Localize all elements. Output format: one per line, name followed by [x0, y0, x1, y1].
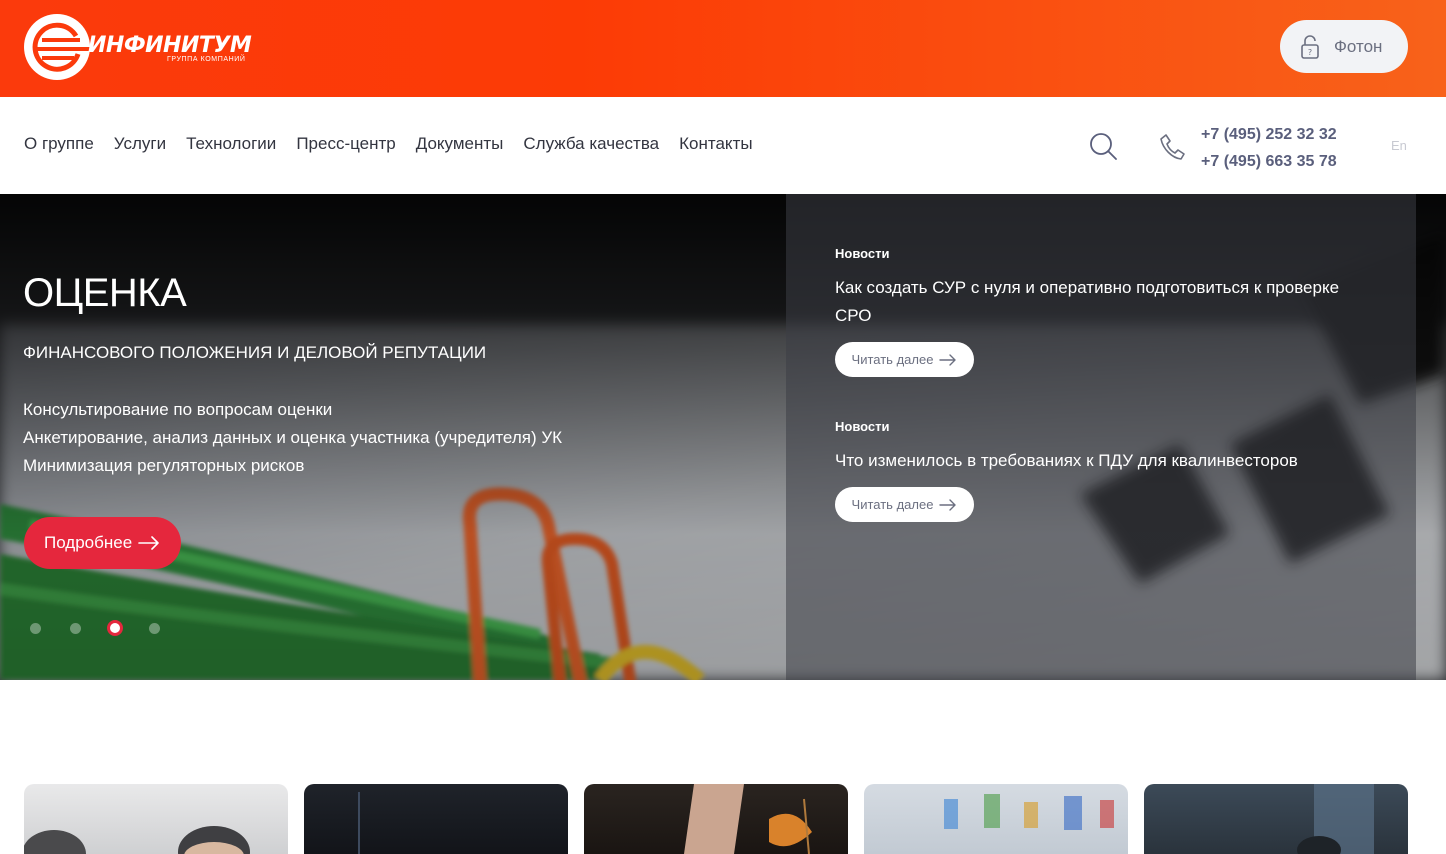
news-item-2: Новости Что изменилось в требованиях к П… [835, 419, 1375, 522]
foton-login-label: Фотон [1334, 36, 1383, 56]
news-headline[interactable]: Как создать СУР с нуля и оперативно подг… [835, 274, 1375, 330]
card-image [24, 826, 250, 854]
arrow-right-icon [138, 536, 159, 550]
foton-login-button[interactable]: ? Фотон [1280, 20, 1408, 73]
nav-item-quality-service[interactable]: Служба качества [523, 133, 659, 155]
search-icon[interactable] [1089, 132, 1117, 160]
card-image [358, 792, 360, 854]
service-card-4[interactable] [864, 784, 1128, 854]
phone-number-2[interactable]: +7 (495) 663 35 78 [1201, 148, 1337, 175]
news-tag: Новости [835, 246, 890, 261]
more-details-label: Подробнее [44, 533, 133, 552]
nav-item-technologies[interactable]: Технологии [186, 133, 276, 155]
hero-title: ОЦЕНКА [23, 271, 187, 315]
phone-numbers: +7 (495) 252 32 32 +7 (495) 663 35 78 [1201, 121, 1337, 175]
card-image [1297, 784, 1374, 854]
nav-item-services[interactable]: Услуги [114, 133, 166, 155]
read-more-label: Читать далее [851, 352, 934, 367]
service-card-2[interactable] [304, 784, 568, 854]
news-item-1: Новости Как создать СУР с нуля и операти… [835, 246, 1375, 377]
hero-slider: ОЦЕНКА ФИНАНСОВОГО ПОЛОЖЕНИЯ И ДЕЛОВОЙ Р… [0, 194, 1446, 680]
nav-item-documents[interactable]: Документы [416, 133, 504, 155]
service-card-3[interactable] [584, 784, 848, 854]
hero-point: Минимизация регуляторных рисков [23, 456, 305, 475]
top-bar: ИНФИНИТУМ ГРУППА КОМПАНИЙ ? Фотон [0, 0, 1446, 97]
phone-icon [1160, 134, 1185, 160]
slider-dot-4[interactable] [149, 622, 160, 634]
phone-number-1[interactable]: +7 (495) 252 32 32 [1201, 121, 1337, 148]
nav-item-press-center[interactable]: Пресс-центр [296, 133, 395, 155]
card-image [944, 794, 1114, 830]
logo-mark-icon [24, 14, 90, 80]
hero-point: Консультирование по вопросам оценки [23, 400, 333, 419]
news-headline[interactable]: Что изменилось в требованиях к ПДУ для к… [835, 447, 1375, 475]
logo-tagline: ГРУППА КОМПАНИЙ [167, 56, 246, 63]
slider-dot-2[interactable] [70, 622, 81, 634]
arrow-right-icon [939, 498, 957, 511]
language-switch[interactable]: En [1391, 138, 1407, 153]
slider-pagination [30, 620, 189, 636]
hero-points: Консультирование по вопросам оценки Анке… [23, 396, 562, 480]
lock-icon: ? [1301, 34, 1319, 59]
service-card-1[interactable] [24, 784, 288, 854]
slider-dot-1[interactable] [30, 622, 41, 634]
logo-wordmark: ИНФИНИТУМ [88, 33, 252, 58]
svg-text:?: ? [1308, 48, 1312, 57]
arrow-right-icon [939, 353, 957, 366]
more-details-button[interactable]: Подробнее [24, 517, 181, 569]
hero-subtitle: ФИНАНСОВОГО ПОЛОЖЕНИЯ И ДЕЛОВОЙ РЕПУТАЦИ… [23, 343, 487, 362]
company-logo[interactable]: ИНФИНИТУМ ГРУППА КОМПАНИЙ [24, 14, 256, 80]
nav-item-contacts[interactable]: Контакты [679, 133, 752, 155]
hero-point: Анкетирование, анализ данных и оценка уч… [23, 428, 563, 447]
service-card-5[interactable] [1144, 784, 1408, 854]
news-tag: Новости [835, 419, 890, 434]
read-more-label: Читать далее [851, 497, 934, 512]
read-more-button[interactable]: Читать далее [835, 342, 974, 377]
nav-menu: О группе Услуги Технологии Пресс-центр Д… [24, 133, 773, 155]
slider-dot-3-active[interactable] [107, 620, 123, 636]
read-more-button[interactable]: Читать далее [835, 487, 974, 522]
card-image [684, 784, 812, 854]
nav-item-about[interactable]: О группе [24, 133, 94, 155]
